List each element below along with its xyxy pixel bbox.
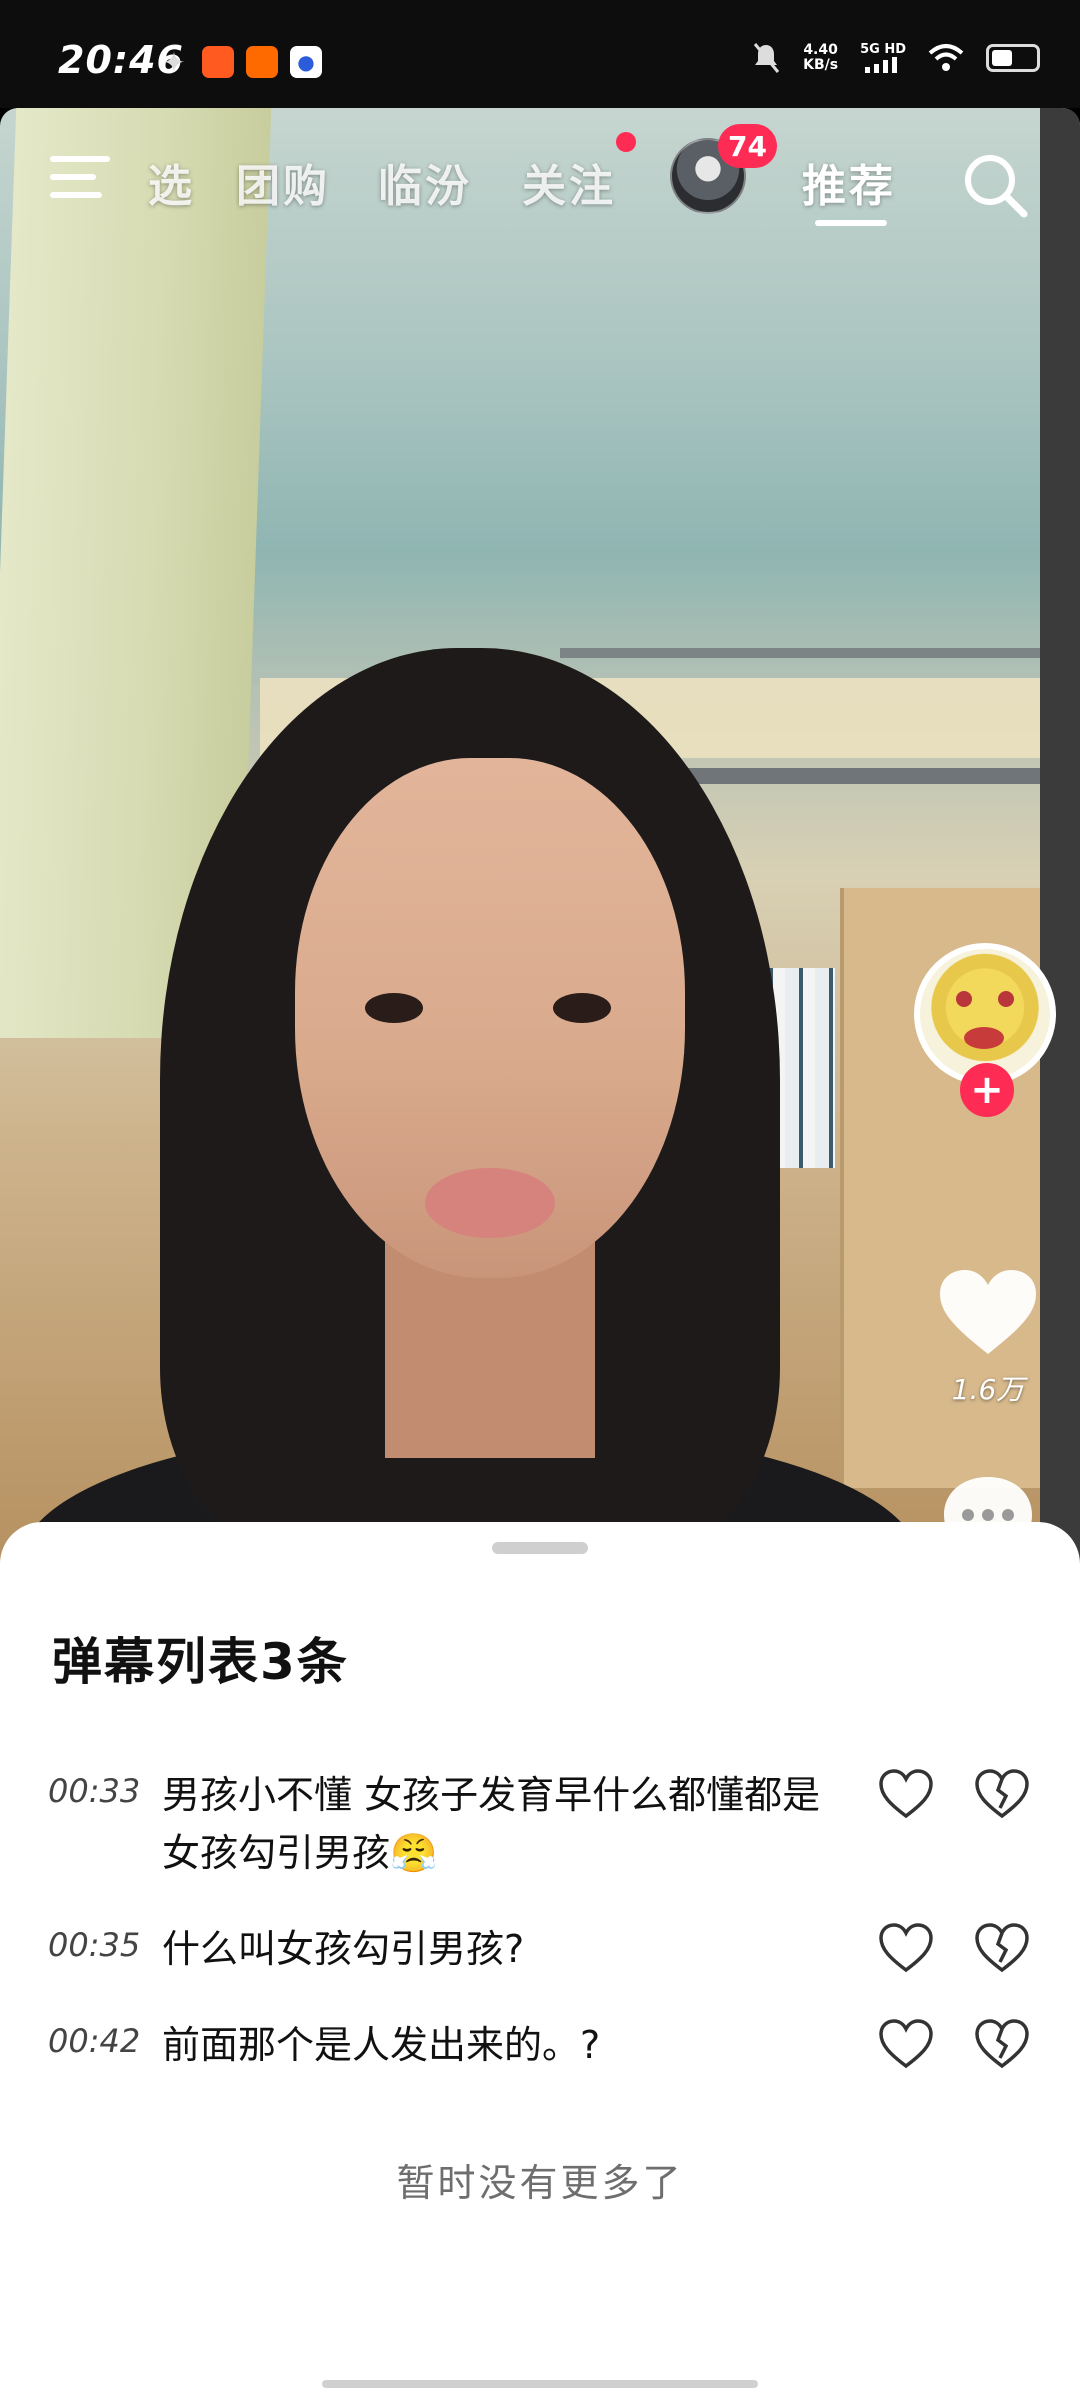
danmaku-time: 00:42	[48, 2022, 141, 2060]
danmaku-time: 00:33	[48, 1772, 141, 1810]
danmaku-time: 00:35	[48, 1926, 141, 1964]
tab-linfen[interactable]: 临汾	[378, 150, 472, 214]
wifi-icon	[928, 44, 964, 71]
video-subject	[20, 648, 920, 1588]
tab-tuangou[interactable]: 团购	[236, 150, 330, 214]
follow-notification-dot	[616, 132, 636, 152]
status-app-icons: ✦ ●	[158, 45, 322, 79]
video-player[interactable]: 选 团购 临汾 关注 74 推荐 + 1.6万 641	[0, 108, 1080, 1588]
like-count: 1.6万	[951, 1373, 1025, 1406]
tab-guanzhu[interactable]: 关注	[522, 150, 616, 214]
broken-heart-icon[interactable]	[974, 2018, 1030, 2070]
net-speed: 4.40 KB/s	[803, 43, 838, 73]
wechat-icon: ✦	[162, 45, 186, 79]
menu-icon[interactable]	[50, 156, 110, 206]
duck-avatar-image	[920, 949, 1050, 1079]
mute-icon	[753, 43, 780, 73]
signal-icon	[865, 57, 898, 73]
signal-label: 5G HD	[860, 42, 906, 57]
battery-icon	[986, 44, 1040, 72]
heart-icon[interactable]	[938, 1268, 1038, 1358]
wall-edge	[1040, 108, 1080, 1588]
no-more-text: 暂时没有更多了	[396, 2161, 684, 2205]
broken-heart-icon[interactable]	[974, 1768, 1030, 1820]
search-icon[interactable]	[960, 150, 1030, 220]
status-bar: 20:46 ✦ ● 4.40 KB/s 5G HD	[0, 0, 1080, 108]
kuaishou-icon	[246, 46, 278, 78]
status-indicators: 4.40 KB/s 5G HD	[751, 42, 1040, 74]
heart-outline-icon[interactable]	[878, 1922, 934, 1974]
baidu-icon: ●	[290, 46, 322, 78]
sheet-title: 弹幕列表3条	[52, 1633, 349, 1691]
danmaku-text: 前面那个是人发出来的。?	[162, 2023, 601, 2067]
heart-outline-icon[interactable]	[878, 2018, 934, 2070]
net-speed-value: 4.40	[803, 42, 838, 58]
danmaku-sheet: 弹幕列表3条 00:33 男孩小不懂 女孩子发育早什么都懂都是女孩勾引男孩😤 0…	[0, 1522, 1080, 2392]
taobao-icon	[202, 46, 234, 78]
active-tab-indicator	[815, 220, 887, 226]
heart-outline-icon[interactable]	[878, 1768, 934, 1820]
sheet-drag-handle[interactable]	[492, 1542, 588, 1554]
tab-tuijian[interactable]: 推荐	[802, 150, 896, 214]
follow-button[interactable]: +	[960, 1063, 1014, 1117]
signal-group: 5G HD	[860, 43, 906, 73]
danmaku-text: 什么叫女孩勾引男孩?	[162, 1927, 525, 1971]
net-speed-unit: KB/s	[803, 57, 839, 73]
top-nav: 选 团购 临汾 关注 74 推荐	[0, 108, 1080, 248]
tab-jingxuan[interactable]: 选	[148, 150, 195, 214]
home-indicator[interactable]	[322, 2380, 758, 2388]
danmaku-text: 男孩小不懂 女孩子发育早什么都懂都是女孩勾引男孩😤	[162, 1773, 821, 1875]
broken-heart-icon[interactable]	[974, 1922, 1030, 1974]
avatar-badge: 74	[718, 124, 777, 168]
